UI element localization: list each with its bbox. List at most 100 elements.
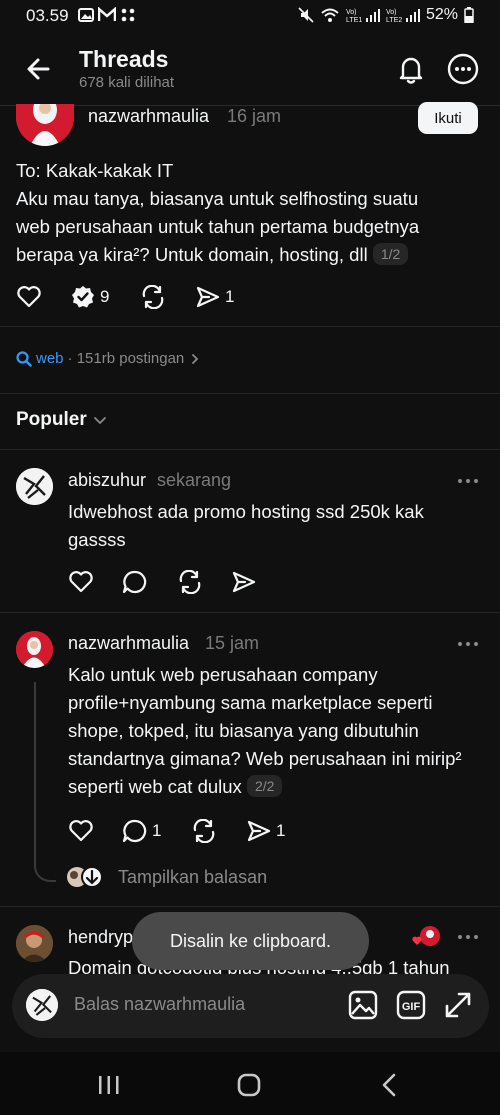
repost-button[interactable] [140,285,166,309]
thread-line [34,682,56,882]
reply-time: 15 jam [205,633,260,653]
send-icon [232,571,256,593]
system-icons: Vo) LTE1 Vo) LTE2 52% [298,6,474,24]
divider [0,393,500,394]
topic-count: · 151rb postingan [67,350,185,367]
share-button[interactable] [231,570,257,594]
more-options-button[interactable] [446,52,480,86]
heart-icon [69,820,93,842]
reply-count-button[interactable]: 9 [70,284,109,310]
arrow-left-icon [27,58,50,80]
post-text-line: web perusahaan untuk tahun pertama budge… [16,216,420,237]
avatar-image [16,104,74,146]
page-title: Threads [79,46,169,72]
show-replies-button[interactable]: Tampilkan balasan [66,865,267,889]
show-replies-label: Tampilkan balasan [118,866,268,887]
reply-text-line: standartnya gimana? Web perusahaan ini m… [68,748,462,769]
avatar[interactable] [16,925,53,962]
system-nav-bar [0,1052,500,1115]
send-icon [196,286,220,308]
share-count: 1 [276,821,286,840]
reply-button[interactable]: 1 [122,819,161,843]
expand-button[interactable] [443,990,473,1025]
status-bar: 03.59 Vo) LTE1 Vo) LTE2 52% [0,0,500,34]
topic-label: web [36,350,64,367]
comment-icon [122,819,147,843]
send-icon [247,820,271,842]
repost-icon [179,570,201,594]
reply-text-line: profile+nyambung sama marketplace sepert… [68,692,433,713]
more-horizontal-icon [458,642,478,646]
heart-icon [17,286,41,308]
follow-button[interactable]: Ikuti [418,102,478,134]
reply-count: 1 [152,821,162,840]
mute-icon [298,7,314,23]
heart-avatar-icon [412,926,440,946]
reply-more-button[interactable] [456,474,480,492]
like-button[interactable] [68,570,94,594]
notification-icons [78,7,136,23]
battery-icon [464,7,474,23]
back-nav-button[interactable] [378,1072,400,1103]
apps-icon [121,8,135,22]
post-username[interactable]: nazwarhmaulia [88,106,209,127]
comment-icon [122,570,147,594]
share-count: 1 [225,287,235,306]
back-button[interactable] [22,54,56,84]
home-button[interactable] [236,1072,264,1103]
reply-text: Kalo untuk web perusahaan company profil… [68,661,498,801]
reply-button[interactable] [122,570,148,594]
post-text-line: berapa ya kira²? Untuk domain, hosting, … [16,241,486,269]
chevron-right-icon [192,353,199,364]
search-icon [16,350,32,367]
more-circle-icon [447,53,479,85]
sort-label: Populer [16,409,87,430]
attach-image-button[interactable] [348,990,378,1025]
reply-input[interactable]: Balas nazwarhmaulia [74,994,245,1015]
thread-header: Threads 678 kali dilihat [0,34,500,106]
avatar-image [16,468,53,505]
image-icon [348,990,378,1020]
avatar [26,989,58,1021]
reply-username[interactable]: nazwarhmaulia [68,633,189,654]
reply-more-button[interactable] [456,930,480,948]
chevron-left-icon [382,1073,396,1097]
notification-button[interactable] [394,52,428,86]
reply-text-line: shope, tokped, itu biasanya yang dibutuh… [68,720,419,741]
reply-username[interactable]: abiszuhur [68,470,146,491]
status-time: 03.59 [26,6,69,25]
divider [0,906,500,907]
topic-tag[interactable]: web · 151rb postingan [16,350,202,367]
repost-button[interactable] [191,819,217,843]
reply-text-line5: seperti web cat dulux [68,776,242,797]
reply-more-button[interactable] [456,637,480,655]
liked-by-author-badge [412,925,442,954]
like-button[interactable] [16,285,42,309]
chevron-down-icon [93,417,106,425]
gif-button[interactable]: GIF [396,990,426,1025]
share-button[interactable]: 1 [246,819,285,843]
bell-icon [399,57,423,84]
divider [0,612,500,613]
avatar[interactable] [16,468,53,505]
home-icon [237,1073,261,1097]
svg-text:LTE1: LTE1 [346,17,362,23]
repost-icon [193,819,215,843]
reply-text-line: gassss [68,529,126,550]
gallery-icon [78,8,94,22]
recent-apps-button[interactable] [96,1074,122,1101]
divider [0,449,500,450]
avatar[interactable] [16,104,74,146]
sort-dropdown[interactable]: Populer [16,409,107,431]
view-count: 678 kali dilihat [79,74,175,91]
repost-button[interactable] [177,570,203,594]
reply-text-line: Idwebhost ada promo hosting ssd 250k kak [68,501,424,522]
share-button[interactable]: 1 [195,285,234,309]
svg-text:Vo): Vo) [346,9,357,16]
reply-count: 9 [100,287,110,306]
avatar[interactable] [16,631,53,668]
post-text: To: Kakak-kakak IT Aku mau tanya, biasan… [16,157,486,269]
post-text-line4: berapa ya kira²? Untuk domain, hosting, … [16,244,368,265]
like-button[interactable] [68,819,94,843]
page-indicator: 1/2 [372,243,409,265]
